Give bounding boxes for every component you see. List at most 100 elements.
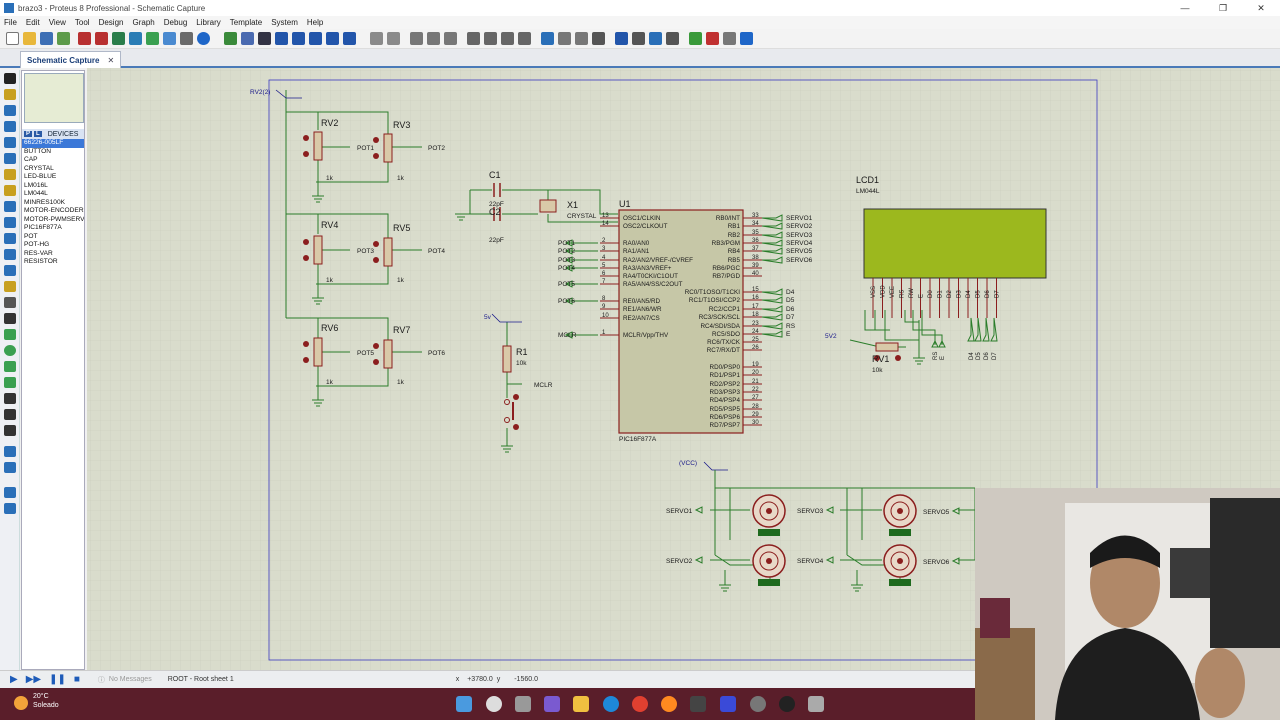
visual-studio-icon[interactable] (720, 696, 736, 712)
menu-tool[interactable]: Tool (75, 18, 90, 27)
edge-icon[interactable] (603, 696, 619, 712)
zoom-all-icon[interactable] (326, 32, 339, 45)
menu-template[interactable]: Template (230, 18, 262, 27)
menu-help[interactable]: Help (307, 18, 323, 27)
wire-autorouter-icon[interactable] (615, 32, 628, 45)
device-item[interactable]: 66226-005LF (22, 139, 84, 148)
tab-close-icon[interactable]: ✕ (107, 56, 114, 65)
exit-parent-icon[interactable] (723, 32, 736, 45)
device-item[interactable]: LM044L (22, 190, 84, 199)
proteus-icon[interactable] (779, 696, 795, 712)
menu-edit[interactable]: Edit (26, 18, 40, 27)
zoom-area-icon[interactable] (343, 32, 356, 45)
file-explorer-icon[interactable] (573, 696, 589, 712)
search-icon[interactable] (486, 696, 502, 712)
start-icon[interactable] (456, 696, 472, 712)
decompose-icon[interactable] (592, 32, 605, 45)
paste-icon[interactable] (444, 32, 457, 45)
buses-icon[interactable] (4, 153, 16, 164)
mirror-x-icon[interactable] (4, 487, 16, 498)
step-button[interactable]: ▶▶ (26, 674, 41, 685)
device-item[interactable]: POT-HG (22, 241, 84, 250)
device-item[interactable]: BUTTON (22, 148, 84, 157)
path-icon[interactable] (4, 377, 16, 388)
voltage-probe-icon[interactable] (4, 265, 16, 276)
bom-icon[interactable] (180, 32, 193, 45)
marker-icon[interactable] (4, 425, 16, 436)
grid-icon[interactable] (241, 32, 254, 45)
subcircuit-icon[interactable] (4, 169, 16, 180)
menu-debug[interactable]: Debug (164, 18, 188, 27)
weather-widget[interactable]: 20°C Soleado (33, 692, 59, 710)
overview-window[interactable] (24, 73, 84, 123)
pause-button[interactable]: ❚❚ (49, 674, 66, 685)
pick-devices-button[interactable]: P (24, 131, 33, 137)
device-item[interactable]: MINRES100K (22, 199, 84, 208)
terminals-icon[interactable] (4, 185, 16, 196)
maximize-button[interactable]: ❐ (1204, 0, 1242, 16)
design-explorer-icon[interactable] (163, 32, 176, 45)
device-item[interactable]: CRYSTAL (22, 165, 84, 174)
menu-view[interactable]: View (49, 18, 66, 27)
box-icon[interactable] (4, 329, 16, 340)
tab-schematic-capture[interactable]: Schematic Capture ✕ (20, 51, 122, 68)
text-icon[interactable] (4, 393, 16, 404)
minimize-button[interactable]: — (1166, 0, 1204, 16)
design-rule-icon[interactable] (666, 32, 679, 45)
app-icon-gray[interactable] (750, 696, 766, 712)
refresh-icon[interactable] (224, 32, 237, 45)
origin-icon[interactable] (258, 32, 271, 45)
virtual-instruments-icon[interactable] (4, 297, 16, 308)
device-item[interactable]: LM016L (22, 182, 84, 191)
mirror-y-icon[interactable] (4, 503, 16, 514)
block-delete-icon[interactable] (518, 32, 531, 45)
3d-view-icon[interactable] (129, 32, 142, 45)
device-item[interactable]: RES-VAR (22, 250, 84, 259)
line-icon[interactable] (4, 313, 16, 324)
task-view-icon[interactable] (515, 696, 531, 712)
selection-mode-icon[interactable] (4, 73, 16, 84)
annotator-icon[interactable] (740, 32, 753, 45)
play-button[interactable]: ▶ (10, 674, 18, 685)
search-tag-icon[interactable] (649, 32, 662, 45)
cut-icon[interactable] (410, 32, 423, 45)
gerber-icon[interactable] (146, 32, 159, 45)
pcb-icon[interactable] (112, 32, 125, 45)
redo-icon[interactable] (387, 32, 400, 45)
device-item[interactable]: MOTOR-ENCODER (22, 207, 84, 216)
block-move-icon[interactable] (484, 32, 497, 45)
undo-icon[interactable] (370, 32, 383, 45)
firefox-icon[interactable] (661, 696, 677, 712)
block-copy-icon[interactable] (467, 32, 480, 45)
zoom-in-icon[interactable] (292, 32, 305, 45)
generator-icon[interactable] (4, 249, 16, 260)
block-rotate-icon[interactable] (501, 32, 514, 45)
app-icon-bug[interactable] (808, 696, 824, 712)
copy-icon[interactable] (427, 32, 440, 45)
new-sheet-icon[interactable] (689, 32, 702, 45)
help-icon[interactable] (197, 32, 210, 45)
pick-device-icon[interactable] (541, 32, 554, 45)
save-icon[interactable] (40, 32, 53, 45)
symbol-icon[interactable] (4, 409, 16, 420)
library-manager-button[interactable]: L (34, 131, 42, 137)
menu-design[interactable]: Design (99, 18, 124, 27)
new-file-icon[interactable] (6, 32, 19, 45)
chrome-icon[interactable] (632, 696, 648, 712)
circle-icon[interactable] (4, 345, 16, 356)
tape-recorder-icon[interactable] (4, 233, 16, 244)
arc-icon[interactable] (4, 361, 16, 372)
close-window-button[interactable]: ✕ (1242, 0, 1280, 16)
device-item[interactable]: MOTOR-PWMSERVO (22, 216, 84, 225)
device-item[interactable]: PIC16F877A (22, 224, 84, 233)
current-probe-icon[interactable] (4, 281, 16, 292)
remove-sheet-icon[interactable] (706, 32, 719, 45)
schematic-icon[interactable] (95, 32, 108, 45)
menu-file[interactable]: File (4, 18, 17, 27)
lcd-display[interactable] (863, 208, 1047, 279)
device-pins-icon[interactable] (4, 201, 16, 212)
rotate-ccw-icon[interactable] (4, 462, 16, 473)
open-folder-icon[interactable] (23, 32, 36, 45)
text-script-icon[interactable] (4, 137, 16, 148)
menu-system[interactable]: System (271, 18, 298, 27)
